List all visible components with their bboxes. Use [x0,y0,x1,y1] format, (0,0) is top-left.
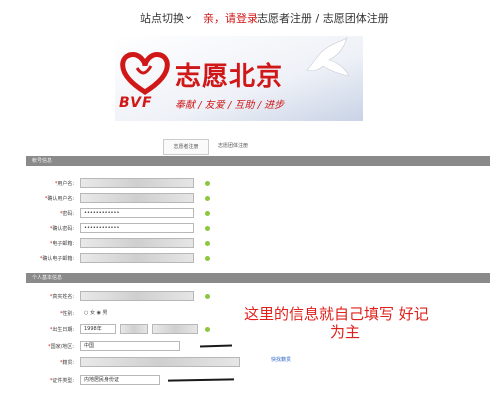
valid-check-icon [205,327,210,332]
personal-section-header: 个人基本信息 [26,273,490,283]
region-select[interactable]: 中国 [80,341,180,351]
valid-check-icon [205,241,210,246]
real-name-label: *真实姓名: [49,294,74,300]
valid-check-icon [205,181,210,186]
origin-label: *籍贯: [59,360,74,366]
id-type-label: *证件类型: [49,378,74,384]
username-input[interactable] [80,178,194,188]
gender-radio-group: ○ 女 ◉ 男 [84,310,108,316]
confirm-username-input[interactable] [80,193,194,203]
confirm-email-label: *确认电子邮箱: [39,256,74,262]
logo-title: 志愿北京 [175,62,284,92]
password-label: *密码: [59,211,74,217]
gender-label: *性别: [59,311,74,317]
username-label: *用户名: [54,181,74,187]
birth-date-label: *出生日期: [49,327,74,333]
hand-underline [167,378,235,383]
confirm-email-input[interactable] [80,253,194,263]
logo-bvf: BVF [119,95,153,111]
email-label: *电子邮箱: [49,241,74,247]
password-input[interactable]: •••••••••••• [80,208,194,218]
login-link[interactable]: 亲，请登录 [203,10,258,26]
birth-year-select[interactable]: 1998年 [80,324,116,334]
id-type-select[interactable]: 内地居民身份证 [80,375,160,385]
email-input[interactable] [80,238,194,248]
confirm-password-input[interactable]: •••••••••••• [80,223,194,233]
valid-check-icon [205,226,210,231]
account-section-header: 帐号信息 [26,156,490,166]
hand-underline [199,344,233,349]
tab-group-register[interactable]: 志愿团体注册 [209,139,257,153]
annotation-line-2: 为主 [330,323,361,341]
logo-slogan: 奉献 / 友爱 / 互助 / 进步 [175,100,285,111]
find-origin-link[interactable]: 快找籍贯 [271,356,291,363]
chevron-down-icon[interactable]: ⌄ [184,9,193,22]
tab-volunteer-register[interactable]: 志愿者注册 [163,139,209,155]
register-links[interactable]: 志愿者注册 / 志愿团体注册 [257,10,389,26]
confirm-password-label: *确认密码: [49,226,74,232]
valid-check-icon [205,256,210,261]
confirm-username-label: *确认用户名: [44,196,74,202]
site-switch-link[interactable]: 站点切换 [140,10,184,26]
valid-check-icon [205,294,210,299]
valid-check-icon [205,196,210,201]
birth-day-select[interactable] [152,324,198,334]
region-label: *国家/地区: [48,344,74,350]
real-name-input[interactable] [80,291,194,301]
origin-input[interactable] [80,357,240,367]
banner: 志愿北京 BVF 奉献 / 友爱 / 互助 / 进步 [115,36,363,121]
birth-month-select[interactable] [120,324,148,334]
valid-check-icon [205,211,210,216]
